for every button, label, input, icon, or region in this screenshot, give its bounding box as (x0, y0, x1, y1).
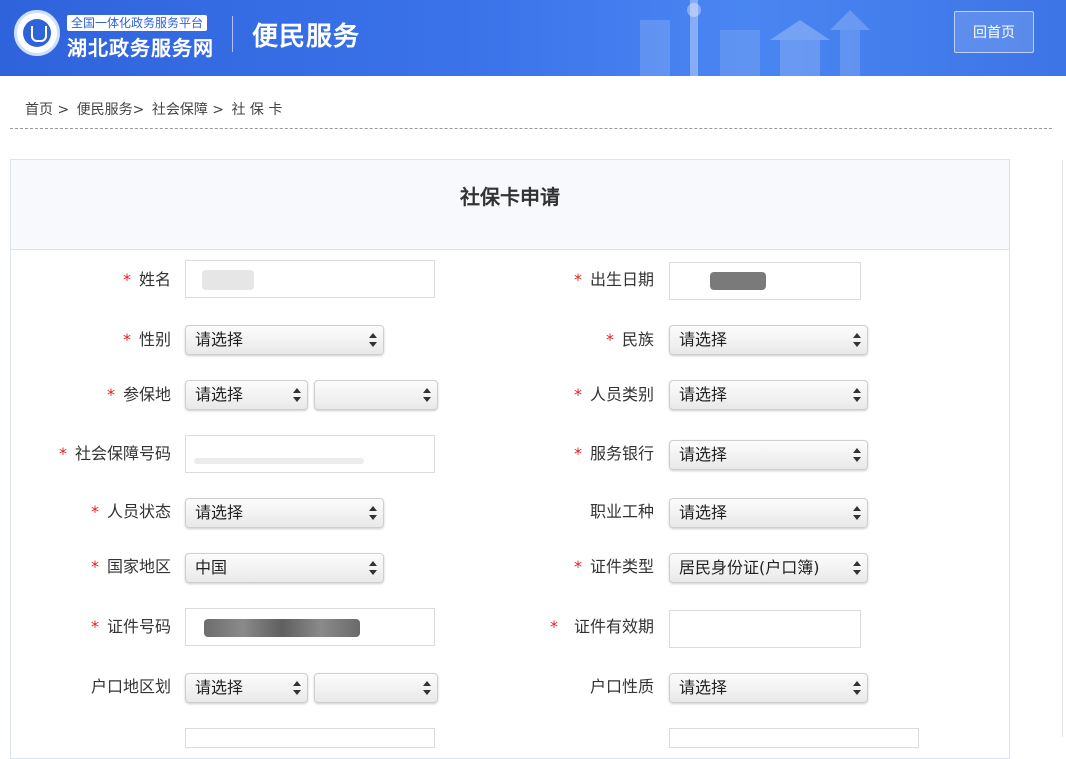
breadcrumb: 首页 > 便民服务> 社会保障 > 社 保 卡 (25, 99, 285, 119)
next-row-left-input[interactable] (185, 728, 435, 748)
row-social-security-no: * 社会保障号码 * 服务银行 请选择 (0, 434, 1066, 474)
id-type-select[interactable]: 居民身份证(户口簿) (669, 553, 868, 583)
label-insured-place: * 参保地 (106, 385, 171, 404)
service-bank-select[interactable]: 请选择 (669, 440, 868, 470)
site-subtitle: 全国一体化政务服务平台 (67, 15, 208, 31)
updown-arrows-icon (369, 506, 377, 520)
id-validity-input[interactable] (669, 610, 861, 648)
label-id-type: * 证件类型 (573, 557, 654, 576)
next-row-right-input[interactable] (669, 728, 919, 748)
household-city-select[interactable] (314, 673, 438, 703)
household-type-select[interactable]: 请选择 (669, 673, 868, 703)
label-gender: * 性别 (122, 330, 171, 349)
row-country: * 国家地区 中国 * 证件类型 居民身份证(户口簿) (0, 547, 1066, 587)
birth-date-input[interactable] (669, 262, 861, 300)
household-province-select[interactable]: 请选择 (185, 673, 308, 703)
label-name: * 姓名 (122, 270, 171, 289)
label-birth-date: * 出生日期 (573, 270, 654, 289)
updown-arrows-icon (853, 561, 861, 575)
breadcrumb-social-security[interactable]: 社会保障 > (152, 102, 224, 118)
person-category-select[interactable]: 请选择 (669, 380, 868, 410)
city-skyline-illustration (640, 0, 870, 76)
label-ethnicity: * 民族 (605, 330, 654, 349)
updown-arrows-icon (423, 388, 431, 402)
social-security-input[interactable] (185, 435, 435, 473)
updown-arrows-icon (369, 333, 377, 347)
label-id-validity: * 证件有效期 (549, 617, 654, 636)
row-insured-place: * 参保地 请选择 * 人员类别 请选择 (0, 375, 1066, 415)
label-id-number: * 证件号码 (90, 617, 171, 636)
site-name: 湖北政务服务网 (67, 36, 214, 60)
label-household-region: 户口地区划 (90, 677, 171, 696)
breadcrumb-divider (10, 128, 1052, 129)
home-button[interactable]: 回首页 (954, 11, 1034, 53)
updown-arrows-icon (369, 561, 377, 575)
label-person-status: * 人员状态 (90, 502, 171, 521)
label-social-security-no: * 社会保障号码 (58, 444, 171, 463)
person-status-select[interactable]: 请选择 (185, 498, 384, 528)
row-household: 户口地区划 请选择 户口性质 请选择 (0, 667, 1066, 707)
breadcrumb-home[interactable]: 首页 > (25, 102, 69, 118)
ethnicity-select[interactable]: 请选择 (669, 325, 868, 355)
insured-province-select[interactable]: 请选择 (185, 380, 308, 410)
updown-arrows-icon (853, 506, 861, 520)
updown-arrows-icon (293, 681, 301, 695)
updown-arrows-icon (853, 681, 861, 695)
form-title: 社保卡申请 (460, 185, 560, 209)
occupation-select[interactable]: 请选择 (669, 498, 868, 528)
id-number-input[interactable] (185, 608, 435, 646)
label-country: * 国家地区 (90, 557, 171, 576)
emblem-icon (14, 10, 60, 56)
row-name: * 姓名 * 出生日期 (0, 260, 1066, 300)
row-id-number: * 证件号码 * 证件有效期 (0, 607, 1066, 648)
form-header: 社保卡申请 (11, 160, 1009, 250)
row-gender: * 性别 请选择 * 民族 请选择 (0, 320, 1066, 360)
section-title: 便民服务 (252, 22, 361, 52)
insured-city-select[interactable] (314, 380, 438, 410)
updown-arrows-icon (853, 333, 861, 347)
updown-arrows-icon (853, 448, 861, 462)
country-select[interactable]: 中国 (185, 553, 384, 583)
top-header: 全国一体化政务服务平台 湖北政务服务网 便民服务 回首页 (0, 0, 1066, 76)
updown-arrows-icon (423, 681, 431, 695)
breadcrumb-current: 社 保 卡 (231, 102, 283, 118)
updown-arrows-icon (853, 388, 861, 402)
updown-arrows-icon (293, 388, 301, 402)
row-person-status: * 人员状态 请选择 职业工种 请选择 (0, 492, 1066, 532)
label-service-bank: * 服务银行 (573, 444, 654, 463)
header-divider (232, 16, 233, 52)
breadcrumb-convenience[interactable]: 便民服务> (77, 102, 145, 118)
name-input[interactable] (185, 260, 435, 298)
gender-select[interactable]: 请选择 (185, 325, 384, 355)
label-person-category: * 人员类别 (573, 385, 654, 404)
label-household-type: 户口性质 (589, 677, 654, 696)
label-occupation: 职业工种 (589, 502, 654, 521)
